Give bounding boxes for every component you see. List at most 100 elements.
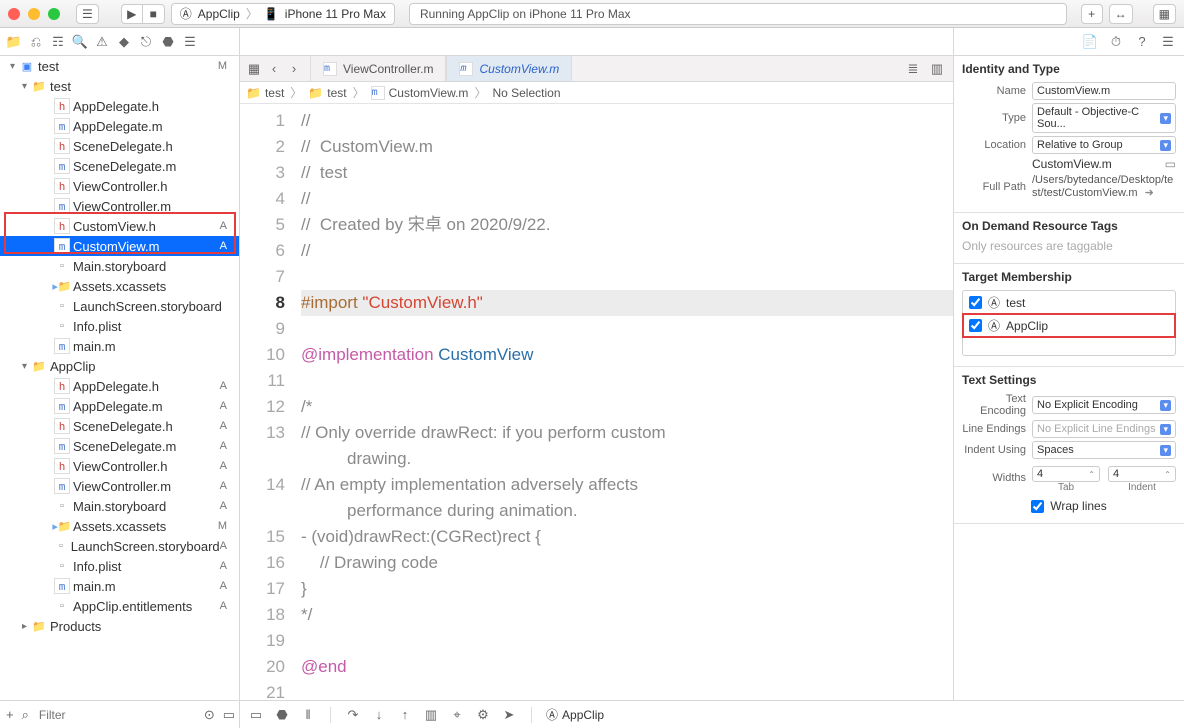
code-line[interactable]: [301, 368, 953, 394]
code-line[interactable]: @implementation CustomView: [301, 342, 953, 368]
breakpoint-navigator-icon[interactable]: ⬣: [160, 34, 176, 50]
code-line[interactable]: //: [301, 108, 953, 134]
step-over-icon[interactable]: ↷: [345, 707, 361, 723]
code-line[interactable]: }: [301, 576, 953, 602]
file-row[interactable]: hViewController.hA: [0, 456, 239, 476]
file-row[interactable]: hAppDelegate.hA: [0, 376, 239, 396]
location-icon[interactable]: ➤: [501, 707, 517, 723]
find-navigator-icon[interactable]: 🔍: [72, 34, 88, 50]
wrap-lines-checkbox[interactable]: [1031, 500, 1044, 513]
add-button[interactable]: +: [1081, 4, 1103, 24]
scheme-selector[interactable]: Ⓐ AppClip 〉 📱 iPhone 11 Pro Max: [171, 3, 395, 25]
code-line[interactable]: #import "CustomView.h": [301, 290, 953, 316]
code-line[interactable]: /*: [301, 394, 953, 420]
file-row[interactable]: mmain.mA: [0, 576, 239, 596]
file-row[interactable]: ▫Info.plist: [0, 316, 239, 336]
target-row[interactable]: Ⓐtest: [963, 291, 1175, 314]
reveal-icon[interactable]: ➜: [1145, 187, 1154, 199]
panels-toggle-icon[interactable]: ▦: [1153, 4, 1176, 24]
code-line[interactable]: [301, 316, 953, 342]
close-window[interactable]: [8, 8, 20, 20]
file-row[interactable]: mViewController.mA: [0, 476, 239, 496]
jump-seg[interactable]: CustomView.m: [389, 86, 469, 100]
file-row[interactable]: mAppDelegate.m: [0, 116, 239, 136]
file-row[interactable]: hSceneDelegate.hA: [0, 416, 239, 436]
code-editor[interactable]: 123456789101112131415161718192021 //// C…: [240, 104, 953, 700]
file-row[interactable]: hAppDelegate.h: [0, 96, 239, 116]
file-row[interactable]: mmain.m: [0, 336, 239, 356]
code-line[interactable]: - (void)drawRect:(CGRect)rect {: [301, 524, 953, 550]
code-line[interactable]: */: [301, 602, 953, 628]
jump-seg[interactable]: test: [265, 86, 284, 100]
toggle-breakpoints-icon[interactable]: ⬣: [274, 707, 290, 723]
view-debug-icon[interactable]: ▥: [423, 707, 439, 723]
minimap-icon[interactable]: ≣: [905, 61, 921, 77]
code-line[interactable]: drawing.: [301, 446, 953, 472]
code-line[interactable]: // Only override drawRect: if you perfor…: [301, 420, 953, 446]
file-row[interactable]: ▫Main.storyboardA: [0, 496, 239, 516]
history-inspector-icon[interactable]: ⏱: [1108, 34, 1124, 50]
sidebar-toggle-icon[interactable]: ☰: [76, 4, 99, 24]
line-gutter[interactable]: 123456789101112131415161718192021: [240, 104, 295, 700]
file-row[interactable]: ▸📁Assets.xcassets: [0, 276, 239, 296]
settings-inspector-icon[interactable]: ☰: [1160, 34, 1176, 50]
file-row[interactable]: ▫Main.storyboard: [0, 256, 239, 276]
hide-debug-icon[interactable]: ▭: [248, 707, 264, 723]
type-select[interactable]: Default - Objective-C Sou...: [1032, 103, 1176, 133]
code-line[interactable]: performance during animation.: [301, 498, 953, 524]
recent-filter-icon[interactable]: ⊙: [204, 707, 215, 723]
location-select[interactable]: Relative to Group: [1032, 136, 1176, 154]
file-row[interactable]: ▫AppClip.entitlementsA: [0, 596, 239, 616]
group-row[interactable]: ▸📁Products: [0, 616, 239, 636]
step-into-icon[interactable]: ↓: [371, 707, 387, 723]
file-row[interactable]: ▫LaunchScreen.storyboard: [0, 296, 239, 316]
env-overrides-icon[interactable]: ⚙: [475, 707, 491, 723]
editor-tab[interactable]: mViewController.m: [310, 56, 446, 81]
odr-field[interactable]: Only resources are taggable: [962, 239, 1176, 253]
report-navigator-icon[interactable]: ☰: [182, 34, 198, 50]
file-row[interactable]: mSceneDelegate.m: [0, 156, 239, 176]
group-row[interactable]: ▾📁AppClip: [0, 356, 239, 376]
file-row[interactable]: mSceneDelegate.mA: [0, 436, 239, 456]
run-button[interactable]: ▶: [121, 4, 143, 24]
target-checkbox[interactable]: [969, 319, 982, 332]
filter-input[interactable]: [37, 706, 196, 724]
source-control-icon[interactable]: ⎌: [28, 34, 44, 50]
adjust-editor-icon[interactable]: ▥: [929, 61, 945, 77]
code-line[interactable]: // test: [301, 160, 953, 186]
file-row[interactable]: mAppDelegate.mA: [0, 396, 239, 416]
project-navigator-icon[interactable]: 📁: [6, 34, 22, 50]
issue-navigator-icon[interactable]: ⚠: [94, 34, 110, 50]
name-field[interactable]: CustomView.m: [1032, 82, 1176, 100]
code-line[interactable]: //: [301, 238, 953, 264]
step-out-icon[interactable]: ↑: [397, 707, 413, 723]
folder-reveal-icon[interactable]: ▭: [1165, 157, 1176, 171]
file-row[interactable]: hViewController.h: [0, 176, 239, 196]
stop-button[interactable]: ■: [143, 4, 165, 24]
project-root[interactable]: ▾▣testM: [0, 56, 239, 76]
target-row[interactable]: ⒶAppClip: [963, 314, 1175, 337]
file-row[interactable]: ▫LaunchScreen.storyboardA: [0, 536, 239, 556]
minimize-window[interactable]: [28, 8, 40, 20]
test-navigator-icon[interactable]: ◆: [116, 34, 132, 50]
code-line[interactable]: // Drawing code: [301, 550, 953, 576]
forward-icon[interactable]: ›: [286, 61, 302, 77]
code-line[interactable]: // CustomView.m: [301, 134, 953, 160]
pause-icon[interactable]: ‖: [300, 707, 316, 723]
back-icon[interactable]: ‹: [266, 61, 282, 77]
code-review-icon[interactable]: ↔: [1109, 4, 1133, 24]
group-row[interactable]: ▾📁test: [0, 76, 239, 96]
code-line[interactable]: // An empty implementation adversely aff…: [301, 472, 953, 498]
debug-navigator-icon[interactable]: ⎋: [138, 34, 154, 50]
scm-filter-icon[interactable]: ▭: [223, 707, 235, 723]
file-row[interactable]: ▫Info.plistA: [0, 556, 239, 576]
memory-graph-icon[interactable]: ⌖: [449, 707, 465, 723]
code-line[interactable]: [301, 680, 953, 700]
file-inspector-icon[interactable]: 📄: [1082, 34, 1098, 50]
symbol-navigator-icon[interactable]: ☶: [50, 34, 66, 50]
indent-using-select[interactable]: Spaces: [1032, 441, 1176, 459]
zoom-window[interactable]: [48, 8, 60, 20]
project-navigator[interactable]: ▾▣testM▾📁testhAppDelegate.hmAppDelegate.…: [0, 56, 240, 700]
code-line[interactable]: [301, 628, 953, 654]
debug-target[interactable]: Ⓐ AppClip: [546, 706, 604, 723]
